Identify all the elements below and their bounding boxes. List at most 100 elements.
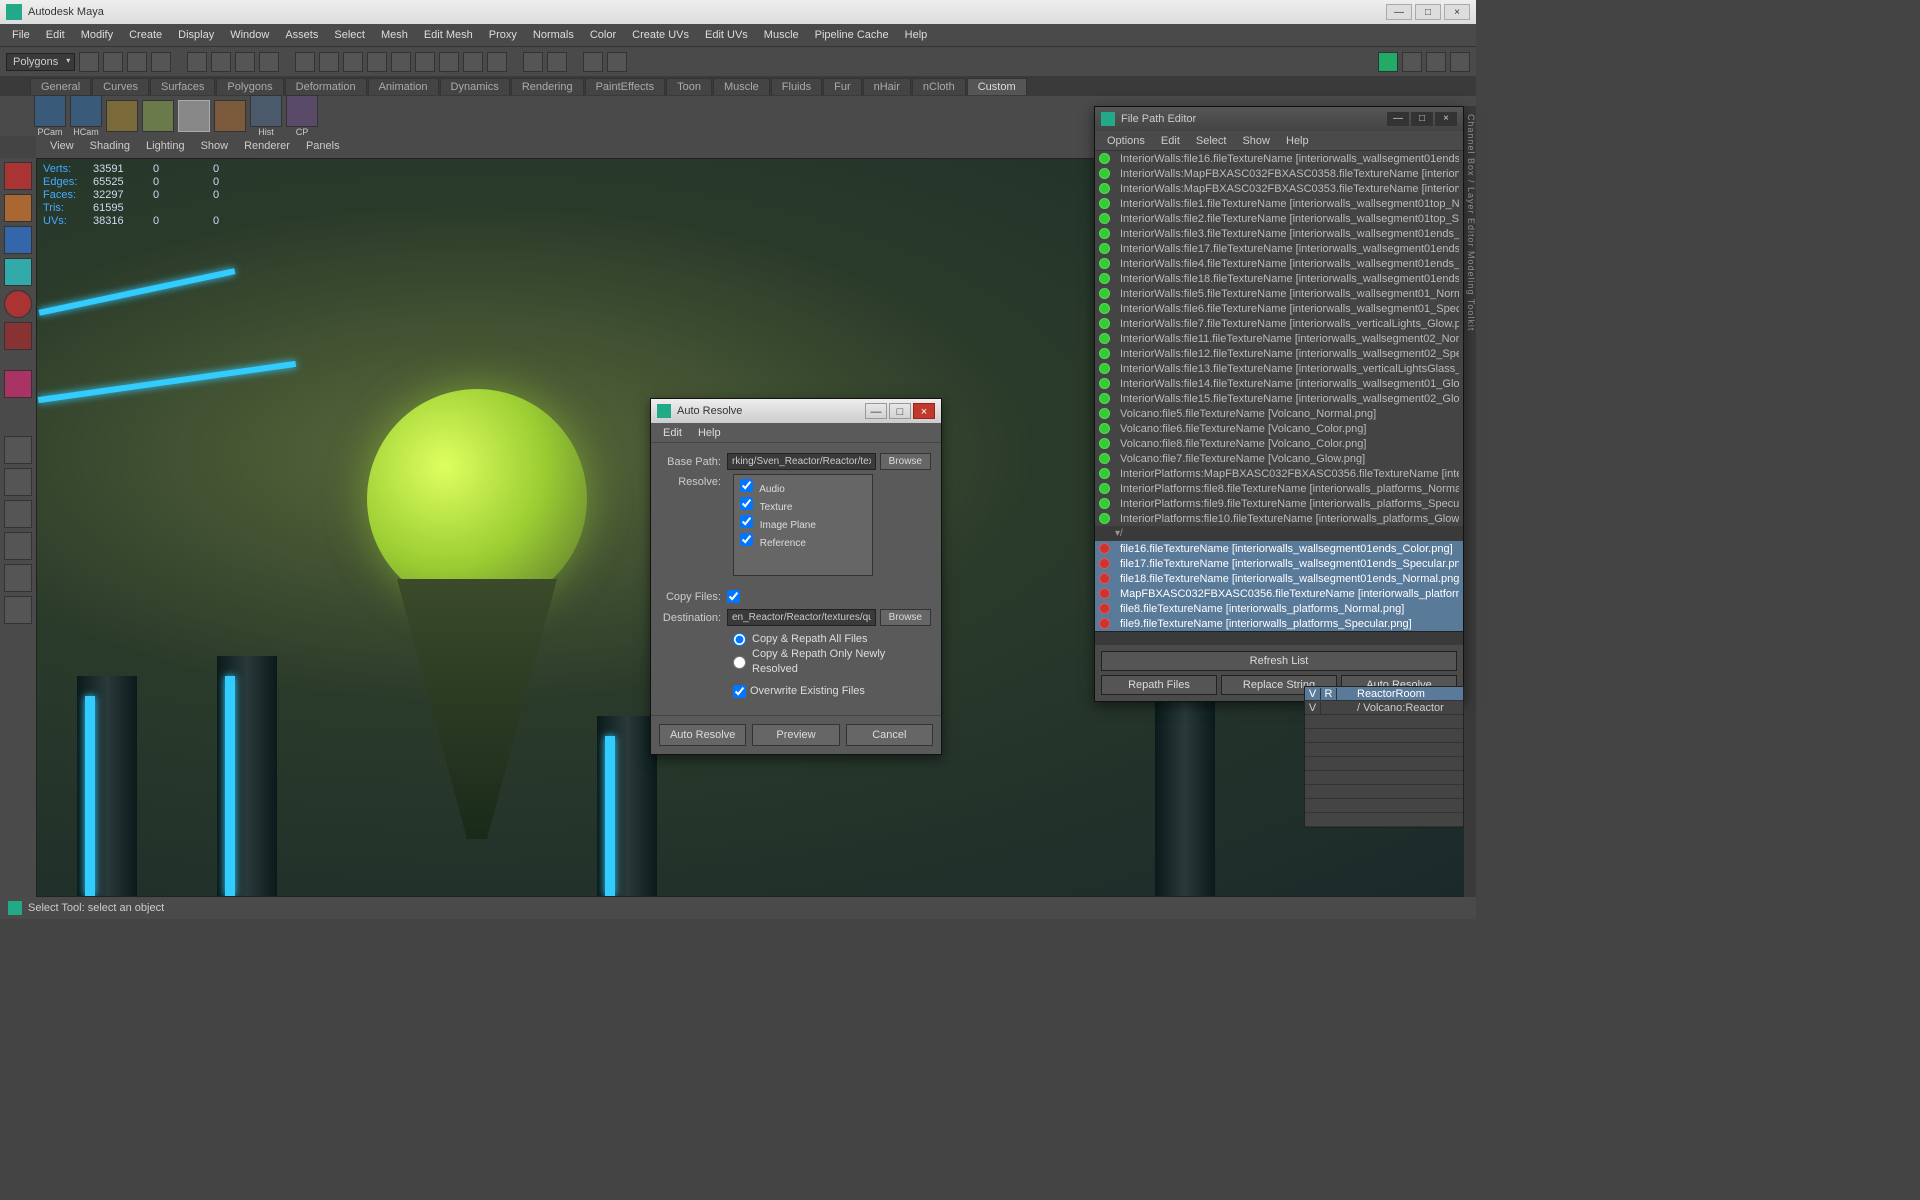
copyfiles-checkbox[interactable] xyxy=(727,590,740,603)
fpe-list-item[interactable]: Volcano:file6.fileTextureName [Volcano_C… xyxy=(1095,421,1463,436)
fpe-list-item[interactable]: InteriorWalls:MapFBXASC032FBXASC0358.fil… xyxy=(1095,166,1463,181)
fpe-list-item[interactable]: Volcano:file7.fileTextureName [Volcano_G… xyxy=(1095,451,1463,466)
shelf-tab[interactable]: Animation xyxy=(368,78,439,95)
fpe-list-item[interactable]: InteriorPlatforms:MapFBXASC032FBXASC0356… xyxy=(1095,466,1463,481)
shelf-icon[interactable] xyxy=(250,95,282,127)
fpe-list-item[interactable]: / xyxy=(1095,526,1463,541)
fpe-list-item[interactable]: InteriorWalls:file16.fileTextureName [in… xyxy=(1095,151,1463,166)
fpe-list-item[interactable]: InteriorWalls:file13.fileTextureName [in… xyxy=(1095,361,1463,376)
arw-menu-item[interactable]: Help xyxy=(690,427,729,439)
fpe-list-item[interactable]: Volcano:file5.fileTextureName [Volcano_N… xyxy=(1095,406,1463,421)
fpe-list-item[interactable]: file16.fileTextureName [interiorwalls_wa… xyxy=(1095,541,1463,556)
toolbar-icon[interactable] xyxy=(151,52,171,72)
window-minimize[interactable]: — xyxy=(865,403,887,419)
menu-item[interactable]: Help xyxy=(897,29,936,41)
fpe-list-item[interactable]: InteriorPlatforms:file9.fileTextureName … xyxy=(1095,496,1463,511)
fpe-hscrollbar[interactable] xyxy=(1095,631,1463,645)
toolbar-icon[interactable] xyxy=(583,52,603,72)
toolbar-icon[interactable] xyxy=(1450,52,1470,72)
menu-item[interactable]: Proxy xyxy=(481,29,525,41)
panel-menu-item[interactable]: View xyxy=(42,140,82,152)
shelf-tab[interactable]: Rendering xyxy=(511,78,584,95)
fpe-list-item[interactable]: InteriorWalls:file4.fileTextureName [int… xyxy=(1095,256,1463,271)
fpe-list-item[interactable]: InteriorWalls:MapFBXASC032FBXASC0353.fil… xyxy=(1095,181,1463,196)
toolbar-icon[interactable] xyxy=(391,52,411,72)
workspace-dropdown[interactable]: Polygons xyxy=(6,53,75,71)
toolbar-icon[interactable] xyxy=(319,52,339,72)
window-minimize[interactable]: — xyxy=(1387,112,1409,126)
toolbar-icon[interactable] xyxy=(367,52,387,72)
shelf-icon[interactable] xyxy=(178,100,210,132)
window-maximize[interactable]: □ xyxy=(1415,4,1441,20)
cancel-button[interactable]: Cancel xyxy=(846,724,933,746)
toolbar-icon[interactable] xyxy=(547,52,567,72)
menu-item[interactable]: Assets xyxy=(277,29,326,41)
layout-icon[interactable] xyxy=(4,532,32,560)
fpe-menu-item[interactable]: Show xyxy=(1234,135,1278,147)
shelf-tab[interactable]: Fluids xyxy=(771,78,822,95)
fpe-list-item[interactable]: InteriorWalls:file12.fileTextureName [in… xyxy=(1095,346,1463,361)
menu-item[interactable]: Display xyxy=(170,29,222,41)
menu-item[interactable]: File xyxy=(4,29,38,41)
layout-icon[interactable] xyxy=(4,564,32,592)
panel-menu-item[interactable]: Panels xyxy=(298,140,348,152)
menu-item[interactable]: Normals xyxy=(525,29,582,41)
fpe-menu-item[interactable]: Help xyxy=(1278,135,1317,147)
shelf-tab[interactable]: Toon xyxy=(666,78,712,95)
lasso-tool-icon[interactable] xyxy=(4,194,32,222)
panel-menu-item[interactable]: Renderer xyxy=(236,140,298,152)
shelf-tab[interactable]: Custom xyxy=(967,78,1027,95)
browse-button[interactable]: Browse xyxy=(880,609,931,626)
shelf-icon[interactable] xyxy=(286,95,318,127)
toolbar-icon[interactable] xyxy=(211,52,231,72)
shelf-tab[interactable]: General xyxy=(30,78,91,95)
fpe-list-item[interactable]: InteriorWalls:file17.fileTextureName [in… xyxy=(1095,241,1463,256)
destination-input[interactable] xyxy=(727,609,876,626)
browse-button[interactable]: Browse xyxy=(880,453,931,470)
auto-resolve-button[interactable]: Auto Resolve xyxy=(659,724,746,746)
fpe-list-item[interactable]: InteriorWalls:file14.fileTextureName [in… xyxy=(1095,376,1463,391)
menu-item[interactable]: Pipeline Cache xyxy=(807,29,897,41)
resolve-opt-checkbox[interactable] xyxy=(740,479,753,492)
layer-row[interactable]: V/ Volcano:Reactor xyxy=(1305,701,1463,715)
menu-item[interactable]: Edit xyxy=(38,29,73,41)
copy-repath-new-radio[interactable] xyxy=(733,656,746,669)
fpe-menu-item[interactable]: Edit xyxy=(1153,135,1188,147)
resolve-opt-checkbox[interactable] xyxy=(740,515,753,528)
shelf-icon[interactable] xyxy=(142,100,174,132)
toolbar-icon[interactable] xyxy=(79,52,99,72)
shelf-icon[interactable] xyxy=(34,95,66,127)
menu-item[interactable]: Color xyxy=(582,29,624,41)
layout-icon[interactable] xyxy=(4,468,32,496)
toolbar-icon[interactable] xyxy=(187,52,207,72)
panel-menu-item[interactable]: Lighting xyxy=(138,140,193,152)
shelf-tab[interactable]: Muscle xyxy=(713,78,770,95)
fpe-list-item[interactable]: file8.fileTextureName [interiorwalls_pla… xyxy=(1095,601,1463,616)
arw-menu-item[interactable]: Edit xyxy=(655,427,690,439)
fpe-list-item[interactable]: file9.fileTextureName [interiorwalls_pla… xyxy=(1095,616,1463,631)
resolve-opt-checkbox[interactable] xyxy=(740,497,753,510)
toolbar-icon[interactable] xyxy=(487,52,507,72)
shelf-tab[interactable]: Curves xyxy=(92,78,149,95)
menu-item[interactable]: Window xyxy=(222,29,277,41)
menu-item[interactable]: Select xyxy=(326,29,373,41)
menu-item[interactable]: Modify xyxy=(73,29,121,41)
window-close[interactable]: × xyxy=(1444,4,1470,20)
menu-item[interactable]: Edit UVs xyxy=(697,29,756,41)
fpe-list-item[interactable]: InteriorWalls:file18.fileTextureName [in… xyxy=(1095,271,1463,286)
repath-files-button[interactable]: Repath Files xyxy=(1101,675,1217,695)
tool-icon[interactable] xyxy=(4,370,32,398)
fpe-list-item[interactable]: file17.fileTextureName [interiorwalls_wa… xyxy=(1095,556,1463,571)
toolbar-icon[interactable] xyxy=(463,52,483,72)
toolbar-icon[interactable] xyxy=(607,52,627,72)
fpe-menu-item[interactable]: Select xyxy=(1188,135,1235,147)
fpe-list[interactable]: InteriorWalls:file16.fileTextureName [in… xyxy=(1095,151,1463,631)
shelf-tab[interactable]: Deformation xyxy=(285,78,367,95)
paint-tool-icon[interactable] xyxy=(4,226,32,254)
window-close[interactable]: × xyxy=(913,403,935,419)
toolbar-icon[interactable] xyxy=(343,52,363,72)
panel-menu-item[interactable]: Shading xyxy=(82,140,138,152)
fpe-list-item[interactable]: InteriorWalls:file11.fileTextureName [in… xyxy=(1095,331,1463,346)
fpe-list-item[interactable]: Volcano:file8.fileTextureName [Volcano_C… xyxy=(1095,436,1463,451)
shelf-tab[interactable]: nCloth xyxy=(912,78,966,95)
